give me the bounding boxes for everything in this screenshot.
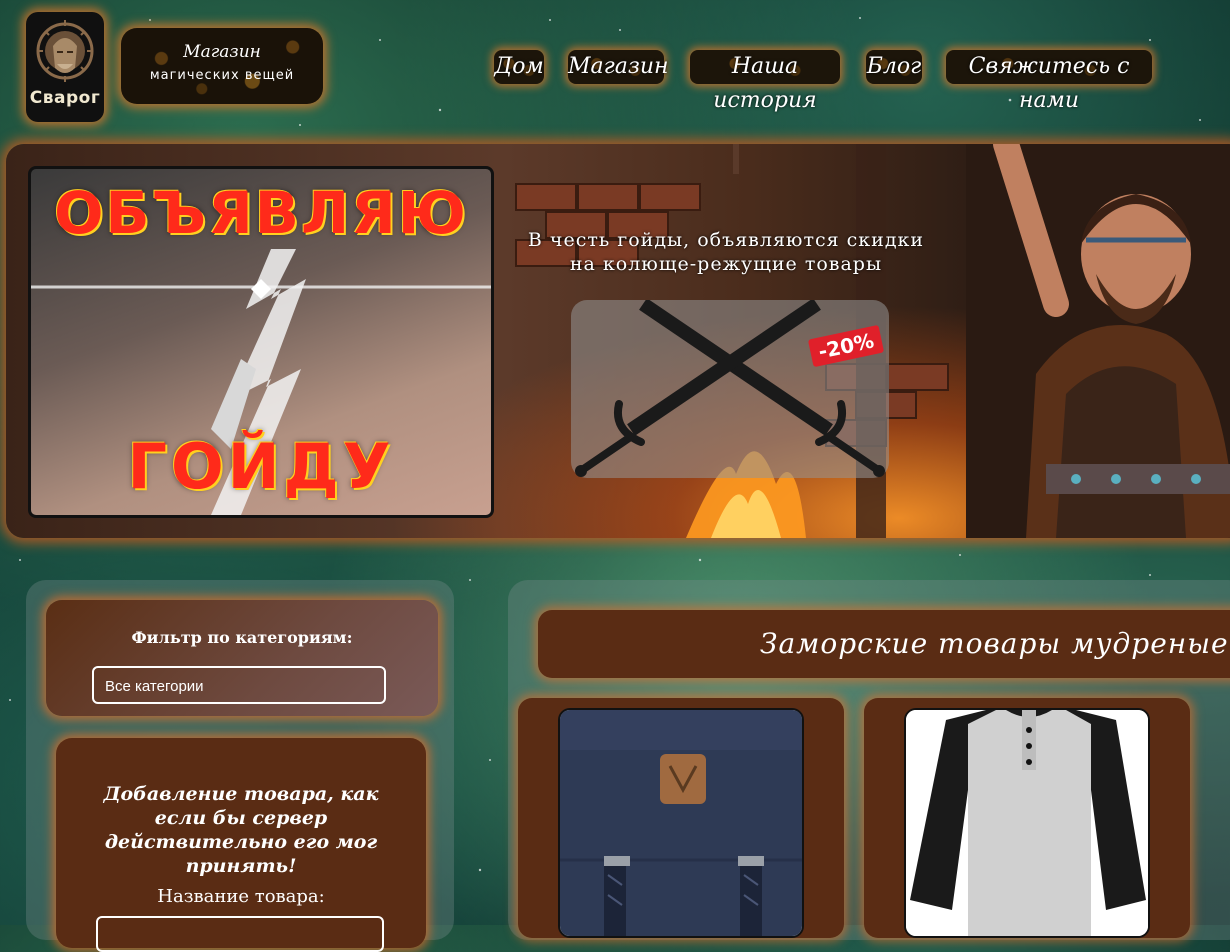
blacksmith-image: [966, 144, 1230, 538]
announcement-poster: ОБЪЯВЛЯЮ ГОЙДУ: [28, 166, 494, 518]
shop-title: Магазин: [183, 42, 261, 62]
nav-blog[interactable]: Блог: [866, 50, 922, 84]
products-heading: Заморские товары мудреные. Нали: [538, 610, 1230, 678]
category-select[interactable]: Все категории: [92, 666, 386, 704]
logo[interactable]: Сварог: [26, 12, 104, 122]
backpack-image-icon: [560, 710, 802, 936]
nav-contact[interactable]: Свяжитесь с нами: [946, 50, 1152, 113]
product-name-label: Название товара:: [157, 886, 325, 907]
promo-card[interactable]: [571, 298, 889, 478]
category-filter-panel: Фильтр по категориям: Все категории: [46, 600, 438, 716]
promo-text: В честь гойды, объявляются скидки на кол…: [527, 229, 925, 275]
promo-banner: ОБЪЯВЛЯЮ ГОЙДУ В честь гойды, объявляютс…: [6, 144, 1230, 538]
shop-subtitle: магических вещей: [149, 68, 295, 83]
add-product-panel: Добавление товара, как если бы сервер де…: [56, 738, 426, 952]
product-image[interactable]: [558, 708, 804, 938]
poster-bottom-text: ГОЙДУ: [127, 430, 395, 503]
nav-shop[interactable]: Магазин: [568, 50, 669, 84]
shop-badge[interactable]: Магазин магических вещей: [121, 28, 323, 104]
nav-home[interactable]: Дом: [494, 50, 544, 84]
product-image[interactable]: [904, 708, 1150, 938]
product-card[interactable]: [518, 698, 844, 938]
product-card[interactable]: [864, 698, 1190, 938]
logo-text: Сварог: [29, 88, 101, 108]
poster-top-text: ОБЪЯВЛЯЮ: [54, 179, 468, 247]
nav-our-story[interactable]: Наша история: [690, 50, 840, 113]
add-product-title: Добавление товара, как если бы сервер де…: [103, 783, 379, 877]
crossed-swords-icon: [575, 298, 885, 477]
shirt-image-icon: [906, 710, 1148, 936]
product-name-input[interactable]: [96, 916, 384, 952]
svarog-emblem-icon: [36, 20, 94, 82]
filter-label: Фильтр по категориям:: [131, 628, 353, 647]
